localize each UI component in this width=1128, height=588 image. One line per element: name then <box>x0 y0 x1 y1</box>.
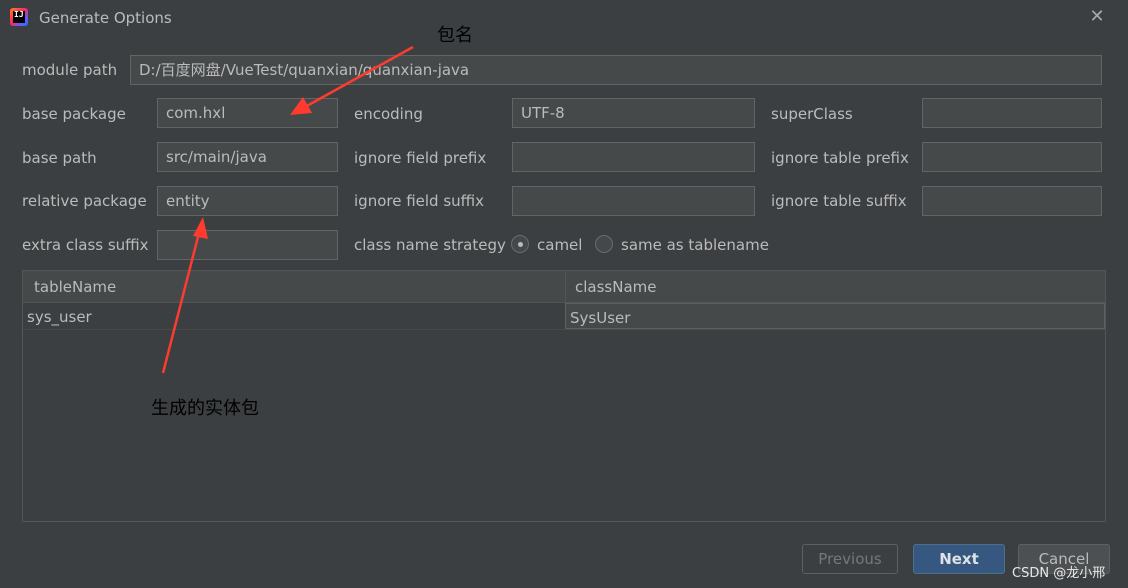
extra-class-suffix-field[interactable] <box>157 230 338 260</box>
superclass-label: superClass <box>771 105 853 123</box>
module-path-label: module path <box>22 61 118 79</box>
extra-class-suffix-label: extra class suffix <box>22 236 149 254</box>
table-header: tableName className <box>23 271 1105 303</box>
column-header-classname[interactable]: className <box>575 271 657 302</box>
table-row[interactable]: sys_user SysUser <box>23 303 1105 330</box>
ignore-field-suffix-label: ignore field suffix <box>354 192 485 210</box>
base-path-field[interactable]: src/main/java <box>157 142 338 172</box>
ignore-table-prefix-label: ignore table prefix <box>771 149 909 167</box>
annotation-package-name: 包名 <box>437 25 473 46</box>
app-icon-letters: IJ <box>14 10 24 19</box>
radio-same-as-tablename[interactable] <box>595 235 613 253</box>
radio-camel-label[interactable]: camel <box>537 235 582 255</box>
annotation-entity-package: 生成的实体包 <box>151 398 259 419</box>
cell-classname[interactable]: SysUser <box>570 304 630 330</box>
column-header-tablename[interactable]: tableName <box>34 271 116 302</box>
ignore-field-suffix-field[interactable] <box>512 186 755 216</box>
class-name-strategy-label: class name strategy <box>354 236 506 254</box>
module-path-field[interactable]: D:/百度网盘/VueTest/quanxian/quanxian-java <box>130 55 1102 85</box>
radio-same-as-tablename-label[interactable]: same as tablename <box>621 235 769 255</box>
ignore-field-prefix-field[interactable] <box>512 142 755 172</box>
intellij-app-icon: IJ <box>10 8 28 26</box>
ignore-table-suffix-field[interactable] <box>922 186 1102 216</box>
cell-classname-editor[interactable]: SysUser <box>565 303 1105 329</box>
superclass-field[interactable] <box>922 98 1102 128</box>
radio-camel[interactable] <box>511 235 529 253</box>
base-package-label: base package <box>22 105 126 123</box>
close-icon[interactable]: ✕ <box>1087 7 1107 27</box>
relative-package-field[interactable]: entity <box>157 186 338 216</box>
relative-package-label: relative package <box>22 192 147 210</box>
ignore-table-suffix-label: ignore table suffix <box>771 192 907 210</box>
base-package-field[interactable]: com.hxl <box>157 98 338 128</box>
previous-button[interactable]: Previous <box>802 544 898 574</box>
ignore-field-prefix-label: ignore field prefix <box>354 149 487 167</box>
column-divider <box>565 271 566 302</box>
title-bar: IJ Generate Options ✕ <box>0 0 1128 36</box>
next-button[interactable]: Next <box>913 544 1005 574</box>
watermark: CSDN @龙小邢 <box>1012 566 1106 581</box>
ignore-table-prefix-field[interactable] <box>922 142 1102 172</box>
encoding-field[interactable]: UTF-8 <box>512 98 755 128</box>
encoding-label: encoding <box>354 105 423 123</box>
cell-tablename[interactable]: sys_user <box>27 303 92 329</box>
window-title: Generate Options <box>39 9 172 27</box>
base-path-label: base path <box>22 149 97 167</box>
